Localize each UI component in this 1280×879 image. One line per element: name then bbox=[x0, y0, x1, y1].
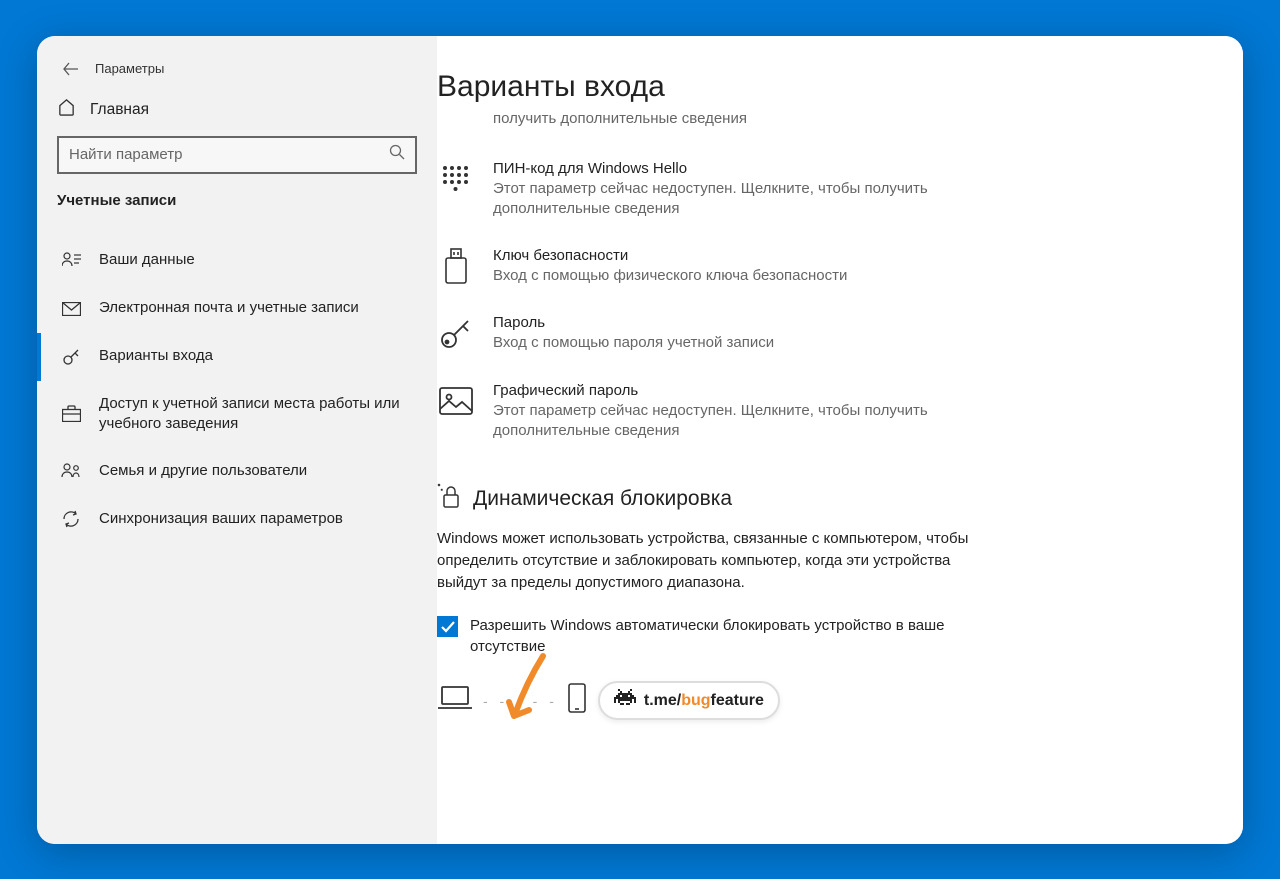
titlebar: Параметры bbox=[37, 48, 437, 86]
home-icon bbox=[57, 98, 76, 122]
person-icon bbox=[61, 252, 81, 269]
sidebar-item-sync[interactable]: Синхронизация ваших параметров bbox=[37, 495, 437, 543]
section-label: Учетные записи bbox=[37, 192, 437, 223]
option-title: Пароль bbox=[493, 314, 1037, 331]
sidebar: Параметры Главная Учетные записи bbox=[37, 36, 437, 844]
home-label: Главная bbox=[90, 101, 149, 119]
settings-window: Параметры Главная Учетные записи bbox=[37, 36, 1243, 844]
device-pairing-row: - - - - - t.me/bugfeature bbox=[437, 681, 1213, 720]
sidebar-item-your-info[interactable]: Ваши данные bbox=[37, 237, 437, 285]
option-desc: Вход с помощью пароля учетной записи bbox=[493, 333, 1037, 353]
home-link[interactable]: Главная bbox=[37, 86, 437, 136]
key-icon bbox=[437, 314, 475, 352]
dynamic-lock-checkbox-label: Разрешить Windows автоматически блокиров… bbox=[470, 615, 997, 657]
connection-dashes: - - - - - bbox=[483, 693, 558, 709]
sidebar-item-label: Синхронизация ваших параметров bbox=[99, 509, 417, 529]
people-icon bbox=[61, 463, 81, 479]
app-title: Параметры bbox=[95, 61, 164, 76]
dynamic-lock-desc: Windows может использовать устройства, с… bbox=[437, 528, 997, 593]
nav-list: Ваши данные Электронная почта и учетные … bbox=[37, 237, 437, 544]
key-icon bbox=[61, 347, 81, 366]
phone-icon bbox=[568, 683, 586, 718]
laptop-icon bbox=[437, 685, 473, 716]
sidebar-item-label: Ваши данные bbox=[99, 250, 417, 270]
option-desc: Этот параметр сейчас недоступен. Щелкнит… bbox=[493, 401, 1037, 442]
sidebar-item-label: Доступ к учетной записи места работы или… bbox=[99, 394, 417, 435]
option-title: Ключ безопасности bbox=[493, 247, 1037, 264]
dynamic-lock-title: Динамическая блокировка bbox=[473, 487, 732, 511]
briefcase-icon bbox=[61, 405, 81, 422]
option-desc: Вход с помощью физического ключа безопас… bbox=[493, 266, 1037, 286]
sidebar-item-email[interactable]: Электронная почта и учетные записи bbox=[37, 285, 437, 333]
search-wrap bbox=[37, 136, 437, 192]
watermark-prefix: t.me/ bbox=[644, 692, 681, 709]
option-title: ПИН-код для Windows Hello bbox=[493, 160, 1037, 177]
dynamic-lock-checkbox[interactable] bbox=[437, 616, 458, 637]
space-invader-icon bbox=[614, 689, 636, 712]
page-title: Варианты входа bbox=[437, 70, 1213, 104]
search-box[interactable] bbox=[57, 136, 417, 174]
email-icon bbox=[61, 302, 81, 316]
cutoff-text: получить дополнительные сведения bbox=[437, 110, 1213, 130]
back-button[interactable] bbox=[51, 53, 91, 85]
search-input[interactable] bbox=[69, 146, 389, 163]
watermark-feature: feature bbox=[711, 692, 764, 709]
main-content: Варианты входа получить дополнительные с… bbox=[437, 36, 1243, 844]
sync-icon bbox=[61, 510, 81, 528]
sidebar-item-family[interactable]: Семья и другие пользователи bbox=[37, 447, 437, 495]
option-security-key[interactable]: Ключ безопасности Вход с помощью физичес… bbox=[437, 237, 1037, 304]
sidebar-item-label: Электронная почта и учетные записи bbox=[99, 298, 417, 318]
pin-grid-icon bbox=[437, 160, 475, 198]
option-picture-password[interactable]: Графический пароль Этот параметр сейчас … bbox=[437, 372, 1037, 460]
watermark-badge: t.me/bugfeature bbox=[598, 681, 780, 720]
sidebar-item-work-access[interactable]: Доступ к учетной записи места работы или… bbox=[37, 381, 437, 448]
sidebar-item-label: Варианты входа bbox=[99, 346, 417, 366]
option-title: Графический пароль bbox=[493, 382, 1037, 399]
picture-icon bbox=[437, 382, 475, 420]
option-pin[interactable]: ПИН-код для Windows Hello Этот параметр … bbox=[437, 150, 1037, 238]
option-desc: Этот параметр сейчас недоступен. Щелкнит… bbox=[493, 179, 1037, 220]
sidebar-item-signin-options[interactable]: Варианты входа bbox=[37, 333, 437, 381]
search-icon bbox=[389, 144, 405, 165]
dynamic-lock-checkbox-row[interactable]: Разрешить Windows автоматически блокиров… bbox=[437, 615, 997, 657]
dynamic-lock-heading: Динамическая блокировка bbox=[437, 483, 1213, 514]
option-password[interactable]: Пароль Вход с помощью пароля учетной зап… bbox=[437, 304, 1037, 371]
watermark-bug: bug bbox=[681, 692, 710, 709]
sidebar-item-label: Семья и другие пользователи bbox=[99, 461, 417, 481]
usb-key-icon bbox=[437, 247, 475, 285]
dynamic-lock-icon bbox=[437, 483, 461, 514]
